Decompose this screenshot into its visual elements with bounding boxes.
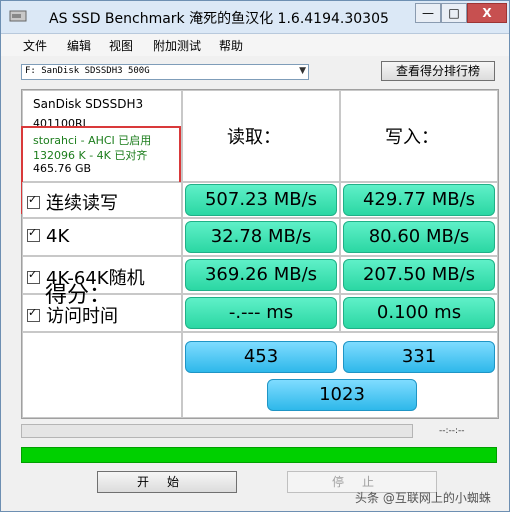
write-header-cell: 写入： [340, 90, 498, 182]
read-header: 读取： [227, 127, 281, 148]
test-4k-text: 4K [46, 226, 70, 247]
app-icon [9, 10, 27, 22]
menu-extra-tests[interactable]: 附加测试 [153, 37, 201, 54]
4k-write-value: 80.60 MB/s [343, 221, 495, 253]
time-readout: --:--:-- [439, 426, 465, 436]
4k-read-value: 32.78 MB/s [185, 221, 337, 253]
row-label-cell[interactable]: 连续读写 [22, 182, 182, 218]
maximize-button[interactable]: □ [441, 3, 467, 23]
access-read-value: -.--- ms [185, 297, 337, 329]
table-cell: 32.78 MB/s [182, 218, 340, 256]
test-access-text: 访问时间 [46, 306, 118, 327]
table-cell: 369.26 MB/s [182, 256, 340, 294]
score-cell: 453 331 1023 [182, 332, 498, 418]
menu-edit[interactable]: 编辑 [67, 37, 91, 54]
status-bar [21, 447, 497, 463]
score-total-value: 1023 [267, 379, 417, 411]
minimize-button[interactable]: — [415, 3, 441, 23]
score-label-cell [22, 332, 182, 418]
score-read-value: 453 [185, 341, 337, 373]
access-write-value: 0.100 ms [343, 297, 495, 329]
score-write-value: 331 [343, 341, 495, 373]
start-button[interactable]: 开始 [97, 471, 237, 493]
table-cell: 429.77 MB/s [340, 182, 498, 218]
app-window: AS SSD Benchmark 淹死的鱼汉化 1.6.4194.30305 —… [0, 0, 510, 512]
seq-read-value: 507.23 MB/s [185, 184, 337, 216]
chevron-down-icon: ▼ [299, 66, 306, 76]
table-cell: 80.60 MB/s [340, 218, 498, 256]
checkbox-icon[interactable] [27, 193, 40, 209]
results-grid: SanDisk SDSSDH3 401100RL storahci - AHCI… [21, 89, 499, 419]
table-cell: 507.23 MB/s [182, 182, 340, 218]
score-label: 得分： [45, 283, 112, 308]
score-ranking-button[interactable]: 查看得分排行榜 [381, 61, 495, 81]
close-button[interactable]: X [467, 3, 507, 23]
menu-help[interactable]: 帮助 [219, 37, 243, 54]
4k64-write-value: 207.50 MB/s [343, 259, 495, 291]
progress-bar [21, 424, 413, 438]
checkbox-icon[interactable] [27, 306, 40, 322]
seq-write-value: 429.77 MB/s [343, 184, 495, 216]
table-cell: 207.50 MB/s [340, 256, 498, 294]
test-4k-label: 4K [27, 226, 69, 247]
table-cell: -.--- ms [182, 294, 340, 332]
watermark: 头条 @互联网上的小蜘蛛 [355, 491, 491, 505]
menu-view[interactable]: 视图 [109, 37, 133, 54]
checkbox-icon[interactable] [27, 226, 40, 242]
test-seq-label: 连续读写 [27, 189, 118, 215]
table-cell: 0.100 ms [340, 294, 498, 332]
drive-select-value: F: SanDisk SDSSDH3 500G [25, 66, 150, 76]
read-header-cell: 读取： [182, 90, 340, 182]
drive-select[interactable]: F: SanDisk SDSSDH3 500G ▼ [21, 64, 309, 80]
drive-model: SanDisk SDSSDH3 [33, 97, 144, 111]
4k64-read-value: 369.26 MB/s [185, 259, 337, 291]
window-title: AS SSD Benchmark 淹死的鱼汉化 1.6.4194.30305 [49, 11, 389, 27]
title-bar[interactable]: AS SSD Benchmark 淹死的鱼汉化 1.6.4194.30305 —… [1, 1, 509, 34]
row-label-cell[interactable]: 4K [22, 218, 182, 256]
menu-file[interactable]: 文件 [23, 37, 47, 54]
menu-bar: 文件 编辑 视图 附加测试 帮助 [1, 34, 509, 56]
test-seq-text: 连续读写 [46, 193, 118, 214]
write-header: 写入： [385, 127, 439, 148]
checkbox-icon[interactable] [27, 268, 40, 284]
